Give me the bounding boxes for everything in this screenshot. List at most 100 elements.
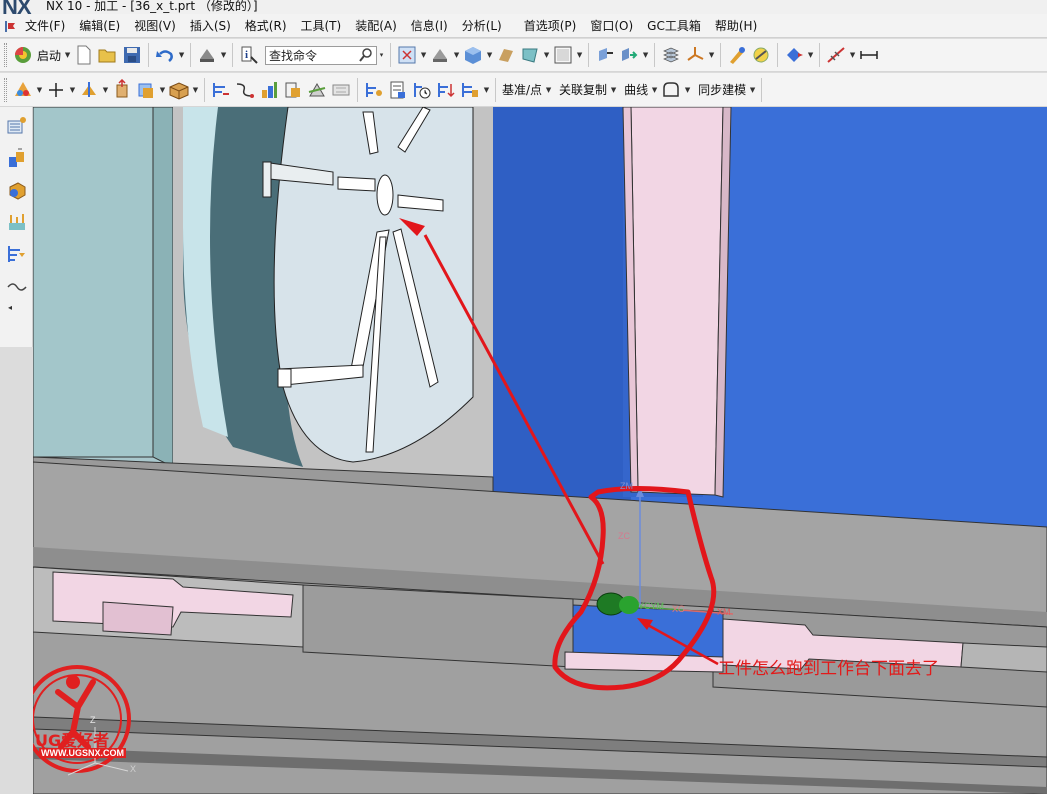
datum-csys-icon[interactable] [78,79,100,101]
measure-icon[interactable] [825,44,847,66]
show-hide-dropdown-icon[interactable]: ▼ [806,44,815,66]
graphics-viewport[interactable]: ZM ZC YCYM XC XM Z X UG爱好者 WWW.UGSNX.COM [33,107,1047,794]
block-icon[interactable] [168,79,190,101]
render-style-dropdown-icon[interactable]: ▼ [452,44,461,66]
selection-filter-dropdown-icon[interactable]: ▼ [219,44,228,66]
save-icon[interactable] [121,44,143,66]
fit-view-icon[interactable] [396,44,418,66]
shaded-cube-dropdown-icon[interactable]: ▼ [485,44,494,66]
extrude-icon[interactable] [111,78,133,101]
curve-menu[interactable]: 曲线 [622,81,650,98]
curve-path-icon[interactable] [234,79,256,101]
start-icon[interactable] [12,44,34,66]
background-color-icon[interactable] [552,44,574,66]
sketch-icon[interactable] [210,79,232,101]
edit-feature-icon[interactable] [363,79,385,101]
feature-playback-icon[interactable] [411,79,433,101]
toolbar-grip[interactable] [4,77,7,102]
wcs-icon[interactable] [684,44,706,66]
datum-point-menu[interactable]: 基准/点 [500,81,544,98]
wcs-dropdown-icon[interactable]: ▼ [707,44,716,66]
reorder-feature-icon[interactable] [435,79,457,101]
assembly-navigator-icon[interactable] [4,177,30,203]
synchronous-modeling-menu[interactable]: 同步建模 [696,81,748,98]
toolbar-grip[interactable] [4,43,7,67]
resource-bar-collapse-icon[interactable]: ◂ [8,303,32,312]
layer-settings-icon[interactable] [660,44,682,66]
offset-face-icon[interactable] [330,79,352,101]
combine-icon[interactable] [282,79,304,101]
edit-parameters-icon[interactable] [387,79,409,101]
measure-distance-icon[interactable] [858,44,880,66]
part-navigator-icon[interactable] [4,145,30,171]
revolve-icon[interactable] [135,79,157,101]
menu-window[interactable]: 窗口(O) [583,17,640,34]
menu-insert[interactable]: 插入(S) [183,17,238,34]
menu-help[interactable]: 帮助(H) [708,17,764,34]
menu-view[interactable]: 视图(V) [127,17,183,34]
render-style-icon[interactable] [429,44,451,66]
associative-copy-dropdown-icon[interactable]: ▼ [609,79,618,101]
move-component-icon[interactable] [594,44,616,66]
machine-tool-navigator-icon[interactable] [4,209,30,235]
edit-object-icon[interactable] [726,44,748,66]
annotation-text: 工件怎么跑到工作台下面去了 [718,659,939,679]
block-dropdown-icon[interactable]: ▼ [191,79,200,101]
shaded-cube-icon[interactable] [462,44,484,66]
point-icon[interactable] [45,79,67,101]
menu-edit[interactable]: 编辑(E) [72,17,127,34]
color-palette-icon[interactable] [12,79,34,101]
search-icon[interactable] [359,47,373,65]
datum-csys-dropdown-icon[interactable]: ▼ [101,79,110,101]
new-file-icon[interactable] [73,44,95,66]
datum-point-dropdown-icon[interactable]: ▼ [544,79,553,101]
assembly-dropdown-icon[interactable]: ▼ [641,44,650,66]
color-palette-dropdown-icon[interactable]: ▼ [35,79,44,101]
menu-tools[interactable]: 工具(T) [294,17,349,34]
object-display-icon[interactable] [750,44,772,66]
pattern-feature-icon[interactable] [258,79,280,101]
shape-dropdown-icon[interactable]: ▼ [683,79,692,101]
start-button[interactable]: 启动 [35,47,63,64]
fit-view-dropdown-icon[interactable]: ▼ [419,44,428,66]
open-folder-icon[interactable] [97,44,119,66]
curve-dropdown-icon[interactable]: ▼ [650,79,659,101]
suppress-feature-icon[interactable] [459,79,481,101]
menu-file[interactable]: 文件(F) [18,17,72,34]
history-navigator-icon[interactable] [4,241,30,267]
menu-information[interactable]: 信息(I) [404,17,455,34]
toolbar-separator [190,43,192,67]
selection-filter-icon[interactable] [196,44,218,66]
assembly-constraint-icon[interactable] [618,44,640,66]
shape-icon[interactable] [660,79,682,101]
feature-tools-dropdown-icon[interactable]: ▼ [482,79,491,101]
revolve-dropdown-icon[interactable]: ▼ [158,79,167,101]
command-search-input[interactable]: 查找命令 [265,45,378,65]
section-view-icon[interactable] [519,44,541,66]
background-dropdown-icon[interactable]: ▼ [575,44,584,66]
info-icon[interactable]: i [238,44,260,66]
menu-gc-toolbox[interactable]: GC工具箱 [640,17,708,34]
menu-assembly[interactable]: 装配(A) [348,17,404,34]
menu-preferences[interactable]: 首选项(P) [517,17,584,34]
trim-body-icon[interactable] [306,79,328,101]
start-dropdown-icon[interactable]: ▼ [63,44,72,66]
zm-axis-label: ZM [620,481,633,491]
curve-tool-icon[interactable] [4,273,30,299]
measure-dropdown-icon[interactable]: ▼ [848,44,857,66]
menu-analysis[interactable]: 分析(L) [455,17,509,34]
scene-drawing [33,107,1047,794]
point-dropdown-icon[interactable]: ▼ [68,79,77,101]
show-hide-icon[interactable] [783,44,805,66]
associative-copy-menu[interactable]: 关联复制 [557,81,609,98]
operation-navigator-icon[interactable] [4,113,30,139]
synchronous-modeling-dropdown-icon[interactable]: ▼ [748,79,757,101]
undo-icon[interactable] [154,44,176,66]
undo-dropdown-icon[interactable]: ▼ [177,44,186,66]
toolbar-separator [148,43,150,67]
edge-display-icon[interactable] [495,44,517,66]
menu-format[interactable]: 格式(R) [238,17,294,34]
section-view-dropdown-icon[interactable]: ▼ [542,44,551,66]
search-dropdown-icon[interactable]: ▾ [377,44,386,66]
toolbar-separator [654,43,656,67]
